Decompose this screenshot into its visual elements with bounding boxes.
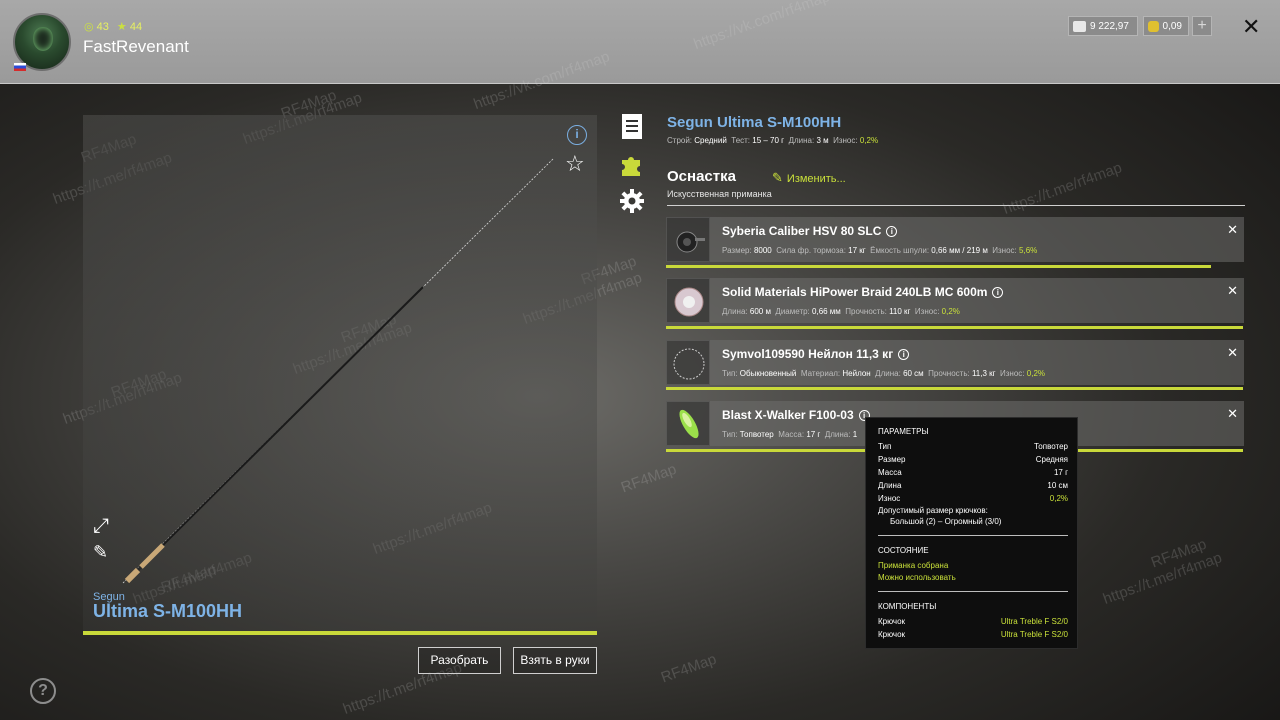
item-name: Solid Materials HiPower Braid 240LB MC 6… [722,285,1004,299]
param-row: Масса 17 г [878,468,1068,477]
info-icon[interactable]: i [567,125,587,145]
item-props: Тип: Топвотер Масса: 17 г Длина: 1 [722,430,858,439]
help-icon[interactable]: ? [30,678,56,704]
rod-preview-panel: i ☆ ⤢ ✎ Segun Ultima S-M100HH [83,115,597,635]
info-icon[interactable]: i [898,349,910,360]
hook-size-value: Большой (2) – Огромный (3/0) [890,517,1002,526]
line-thumbnail [666,278,710,323]
item-name: Blast X-Walker F100-03 i [722,408,870,422]
document-icon[interactable] [619,114,645,140]
state-title: СОСТОЯНИЕ [878,546,929,555]
leader-thumbnail [666,340,710,385]
rod-title: Segun Ultima S-M100HH [667,114,842,131]
disassemble-button[interactable]: Разобрать [418,647,501,674]
lure-tooltip: ПАРАМЕТРЫ Тип Топвотер Размер Средняя Масс… [865,417,1078,649]
info-icon[interactable]: i [992,287,1004,298]
silver-amount: 9 222,97 [1090,20,1129,32]
divider [878,591,1068,592]
gold-balance[interactable]: 0,09 [1143,16,1189,36]
favorite-star-icon[interactable]: ☆ [565,151,585,177]
expand-icon[interactable]: ⤢ [93,515,109,538]
tackle-item-line[interactable]: Solid Materials HiPower Braid 240LB MC 6… [666,278,1244,323]
components-title: КОМПОНЕНТЫ [878,602,937,611]
remove-icon[interactable]: ✕ [1227,345,1238,361]
add-currency-button[interactable]: + [1192,16,1212,36]
item-name: Symvol109590 Нейлон 11,3 кг i [722,347,910,361]
remove-icon[interactable]: ✕ [1227,222,1238,238]
gold-amount: 0,09 [1162,20,1182,32]
close-button[interactable]: ✕ [1242,14,1260,40]
component-row: Крючок Ultra Treble F S2/0 [878,630,1068,639]
item-props: Длина: 600 м Диаметр: 0,66 мм Прочность:… [722,307,960,316]
divider [878,535,1068,536]
stars-stat: ★ 44 [116,21,143,33]
component-row: Крючок Ultra Treble F S2/0 [878,617,1068,626]
rod-condition-bar [83,631,597,635]
reel-thumbnail [666,217,710,262]
circle-icon: ◎ [84,21,94,33]
level-stat: ◎ 43 [84,21,109,33]
puzzle-icon[interactable] [619,152,645,178]
silver-balance[interactable]: 9 222,97 [1068,16,1138,36]
lure-thumbnail [666,401,710,446]
param-row: Размер Средняя [878,455,1068,464]
change-tackle-link[interactable]: ✎ Изменить... [772,170,846,186]
tackle-item-leader[interactable]: Symvol109590 Нейлон 11,3 кг i Тип: Обыкно… [666,340,1244,385]
item-props: Размер: 8000 Сила фр. тормоза: 17 кг Ёмк… [722,246,1038,255]
player-stats: ◎ 43 ★ 44 [84,20,142,33]
item-name: Syberia Caliber HSV 80 SLC i [722,224,898,238]
remove-icon[interactable]: ✕ [1227,283,1238,299]
divider [667,205,1245,206]
star-icon: ★ [116,21,127,33]
remove-icon[interactable]: ✕ [1227,406,1238,422]
watermark-text: RF4Map [618,460,679,497]
condition-bar [666,265,1211,268]
condition-bar [666,326,1243,329]
rod-specs: Строй: Средний Тест: 15 – 70 г Длина: 3 … [667,136,879,145]
tackle-title: Оснастка [667,168,736,185]
silver-coin-icon [1073,20,1086,32]
watermark-text: https://t.me/rf4map [1000,159,1125,218]
state-assembled: Приманка собрана [878,561,949,570]
params-title: ПАРАМЕТРЫ [878,427,929,436]
gear-icon[interactable] [619,188,645,214]
pencil-icon[interactable]: ✎ [93,542,108,563]
param-row: Длина 10 см [878,481,1068,490]
russia-flag-icon [14,63,26,71]
param-row: Тип Топвотер [878,442,1068,451]
edit-icon: ✎ [772,170,783,185]
item-props: Тип: Обыкновенный Материал: Нейлон Длина… [722,369,1045,378]
gold-coin-icon [1148,20,1159,32]
tackle-subtitle: Искусственная приманка [667,189,772,199]
tackle-item-reel[interactable]: Syberia Caliber HSV 80 SLC i Размер: 8000… [666,217,1244,262]
rod-model: Ultima S-M100HH [93,601,243,621]
state-usable: Можно использовать [878,573,956,582]
param-row: Износ 0,2% [878,494,1068,503]
condition-bar [666,387,1243,390]
watermark-text: RF4Map [658,650,719,687]
top-bar: ◎ 43 ★ 44 FastRevenant 9 222,97 0,09 + ✕ [0,0,1280,84]
hook-size-label: Допустимый размер крючков: [878,506,988,515]
username: FastRevenant [83,37,189,56]
info-icon[interactable]: i [886,226,898,237]
take-in-hands-button[interactable]: Взять в руки [513,647,597,674]
rod-image [122,158,554,584]
